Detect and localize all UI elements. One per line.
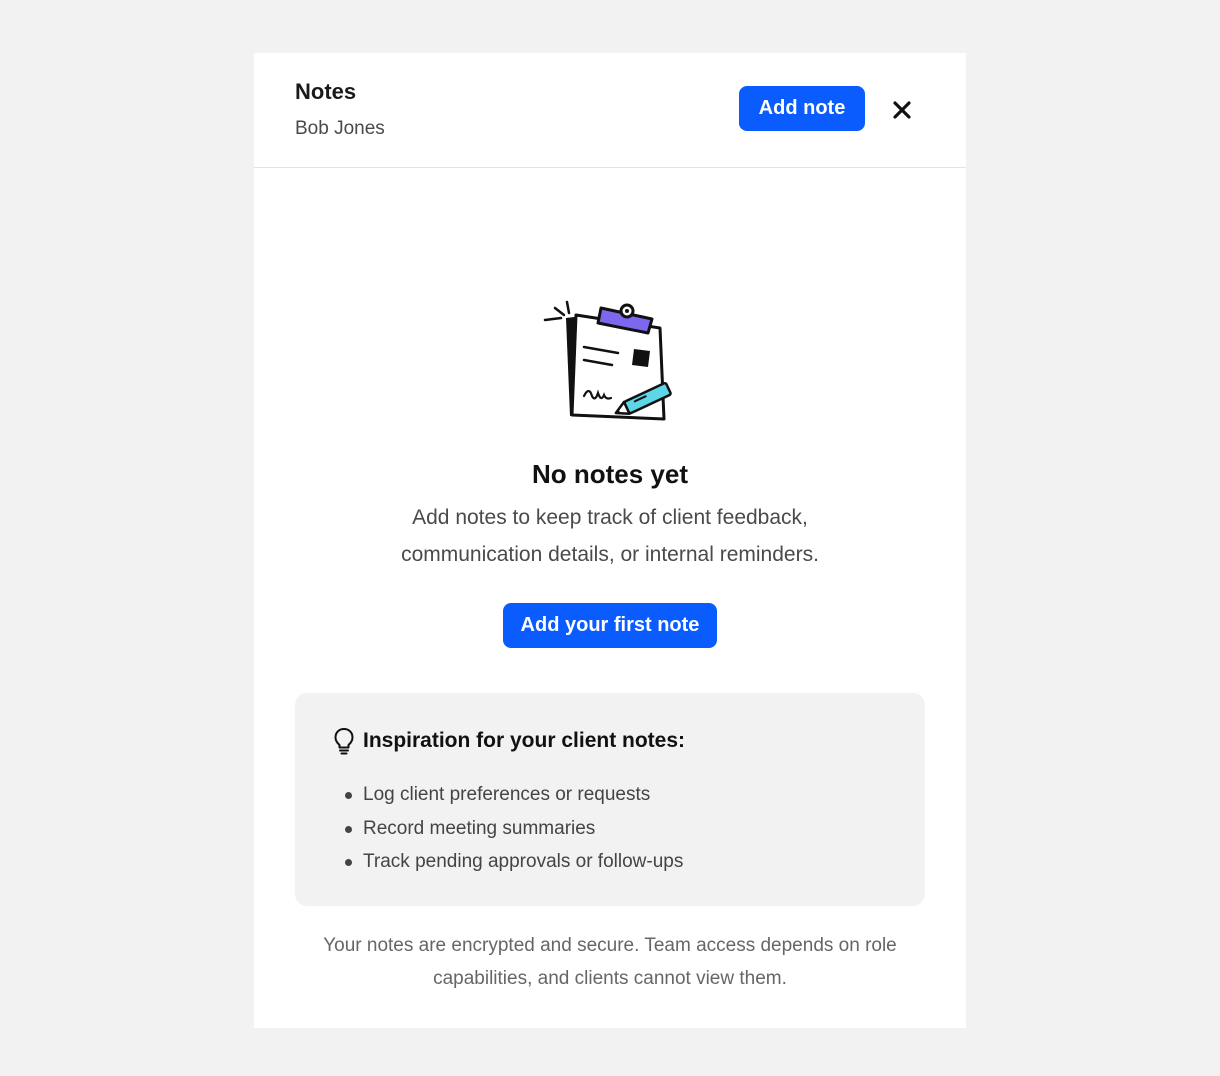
lightbulb-icon	[334, 728, 354, 755]
clipboard-pencil-illustration	[543, 300, 672, 421]
client-name: Bob Jones	[295, 118, 385, 139]
add-note-button[interactable]: Add note	[739, 86, 865, 131]
inspiration-box: Inspiration for your client notes: Log c…	[295, 693, 925, 906]
close-icon	[893, 101, 911, 119]
panel-title: Notes	[295, 79, 357, 104]
close-button[interactable]	[888, 96, 916, 124]
add-first-note-button[interactable]: Add your first note	[503, 603, 717, 648]
list-item: Track pending approvals or follow-ups	[345, 845, 683, 879]
list-item: Record meeting summaries	[345, 812, 683, 846]
list-item: Log client preferences or requests	[345, 778, 683, 812]
panel-header: Notes Bob Jones Add note	[254, 53, 966, 168]
notes-panel: Notes Bob Jones Add note No notes yet Ad…	[254, 53, 966, 1028]
inspiration-list: Log client preferences or requests Recor…	[345, 778, 683, 879]
inspiration-header: Inspiration for your client notes:	[333, 727, 685, 755]
empty-state-title: No notes yet	[531, 459, 689, 489]
inspiration-title: Inspiration for your client notes:	[363, 729, 686, 752]
empty-state-description: Add notes to keep track of client feedba…	[401, 506, 819, 566]
security-note: Your notes are encrypted and secure. Tea…	[323, 935, 897, 989]
